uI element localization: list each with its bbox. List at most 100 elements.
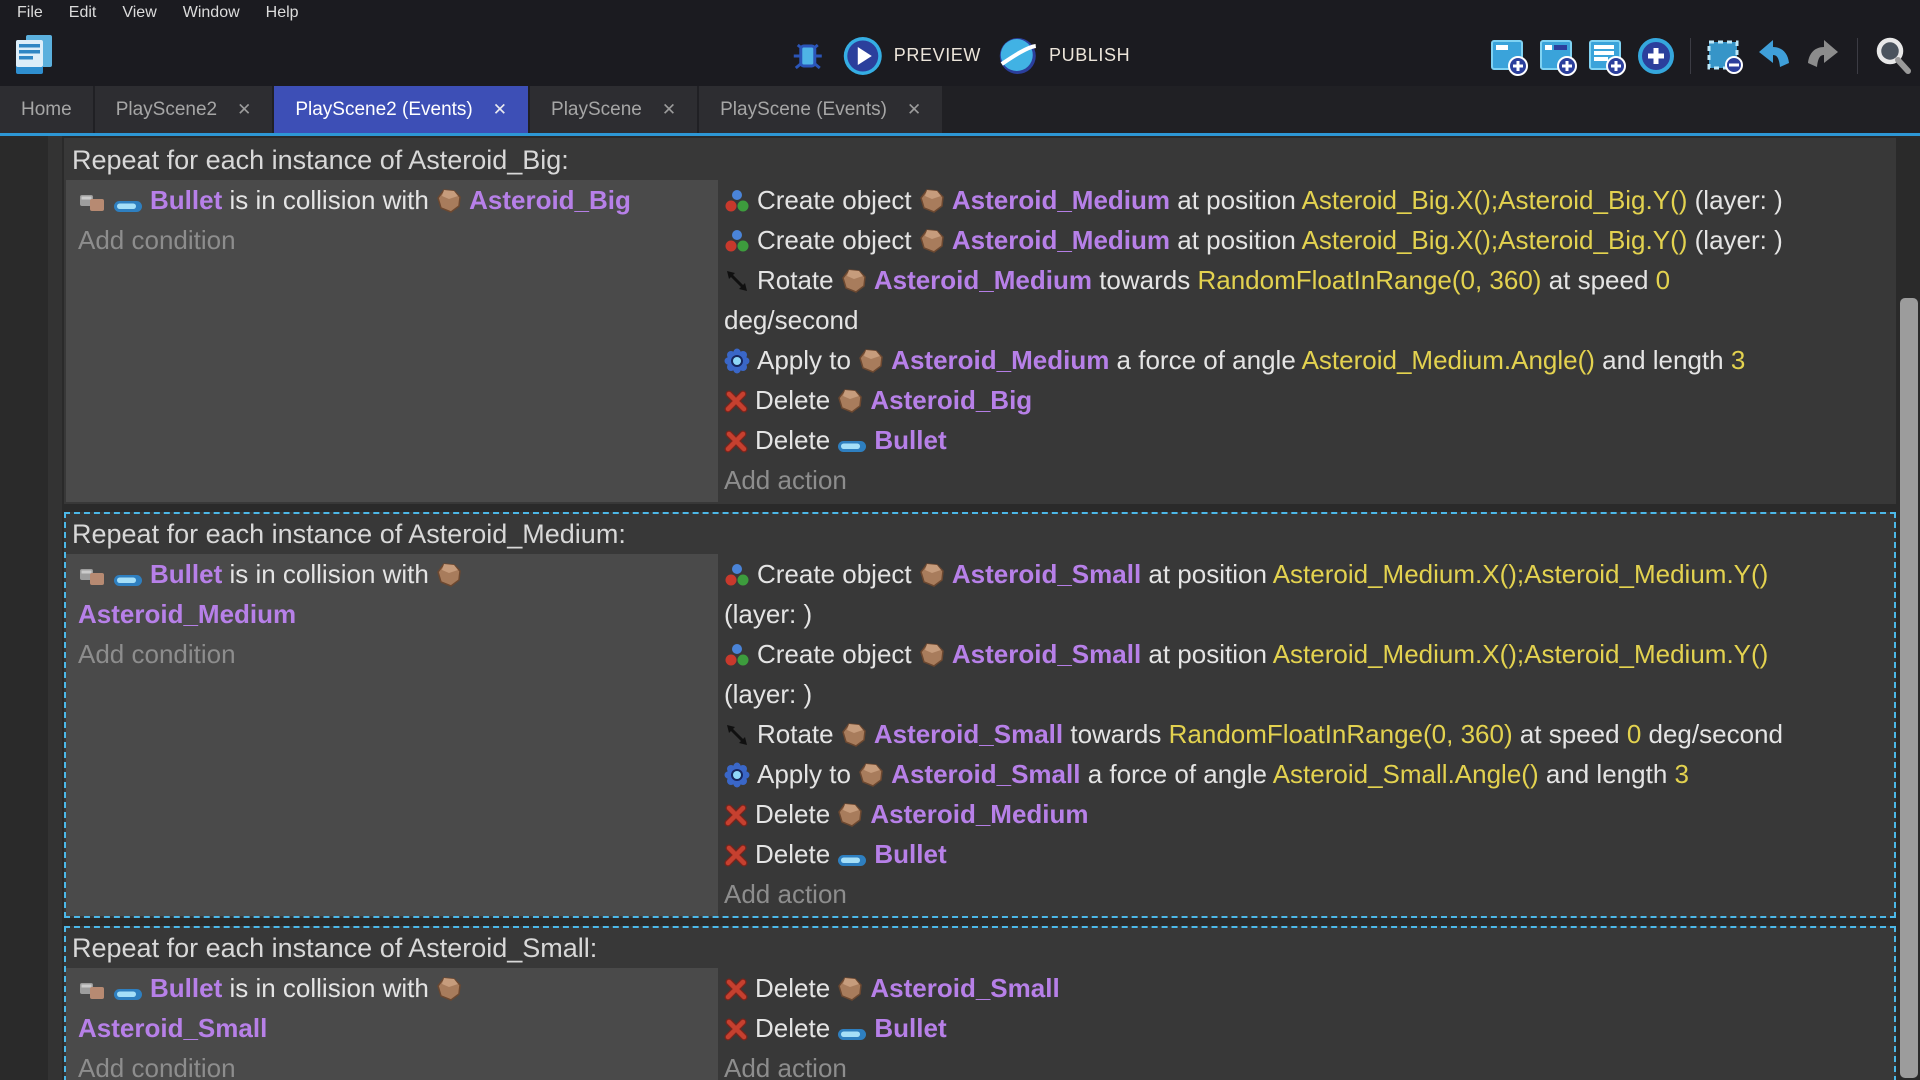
undo-icon[interactable] (1754, 36, 1794, 76)
menu-edit[interactable]: Edit (56, 0, 110, 25)
menu-view[interactable]: View (109, 0, 169, 25)
text-segment: at position (1170, 185, 1302, 215)
create-icon (724, 562, 750, 588)
event-header[interactable]: Repeat for each instance of Asteroid_Sma… (66, 928, 1894, 968)
add-action-button[interactable]: Add action (724, 1048, 1886, 1080)
add-condition-button[interactable]: Add condition (78, 220, 710, 260)
event-block-2[interactable]: Repeat for each instance of Asteroid_Med… (64, 512, 1896, 918)
expression: Asteroid_Medium.X();Asteroid_Medium.Y() (1272, 639, 1769, 669)
search-icon[interactable] (1872, 35, 1914, 77)
asteroid-icon (436, 188, 462, 214)
tab-label: PlayScene (Events) (720, 98, 887, 120)
expression: RandomFloatInRange(0, 360) (1197, 265, 1542, 295)
scrollbar-thumb[interactable] (1900, 298, 1918, 1078)
condition-row[interactable]: Bullet is in collision with Asteroid_Sma… (78, 968, 710, 1048)
add-action-button[interactable]: Add action (724, 874, 1886, 914)
object-name: Asteroid_Small (870, 973, 1060, 1003)
expression: RandomFloatInRange(0, 360) (1168, 719, 1513, 749)
action-row[interactable]: Create object Asteroid_Medium at positio… (724, 180, 1886, 220)
conditions-column: Bullet is in collision with Asteroid_Big… (66, 180, 718, 502)
collision-icon (78, 190, 106, 214)
tab-label: PlayScene (551, 98, 642, 120)
deselect-icon[interactable] (1705, 36, 1745, 76)
toolbar: PREVIEW PUBLISH (0, 25, 1920, 86)
object-name: Asteroid_Medium (870, 799, 1089, 829)
add-circle-icon[interactable] (1636, 36, 1676, 76)
action-row[interactable]: Rotate Asteroid_Small towards RandomFloa… (724, 714, 1886, 754)
action-row[interactable]: Create object Asteroid_Medium at positio… (724, 220, 1886, 260)
delete-icon (724, 430, 748, 454)
condition-row[interactable]: Bullet is in collision with Asteroid_Med… (78, 554, 710, 634)
menu-window[interactable]: Window (170, 0, 253, 25)
menu-bar: File Edit View Window Help (0, 0, 1920, 25)
tab-playscene-events[interactable]: PlayScene (Events) ✕ (699, 86, 943, 133)
text-segment: at speed (1512, 719, 1627, 749)
actions-column: Delete Asteroid_Small Delete Bullet Add ac… (718, 968, 1894, 1080)
action-row[interactable]: Apply to Asteroid_Small a force of angle… (724, 754, 1886, 794)
action-row[interactable]: Create object Asteroid_Small at position… (724, 554, 1886, 634)
object-name: Asteroid_Big (469, 185, 631, 215)
action-row[interactable]: Delete Bullet (724, 1008, 1886, 1048)
play-icon (842, 35, 884, 77)
delete-icon (724, 804, 748, 828)
project-manager-icon[interactable] (14, 33, 54, 77)
add-action-button[interactable]: Add action (724, 460, 1886, 500)
object-name: Bullet (150, 185, 223, 215)
text-segment: Delete (755, 425, 838, 455)
action-row[interactable]: Create object Asteroid_Small at position… (724, 634, 1886, 714)
action-row[interactable]: Delete Bullet (724, 420, 1886, 460)
close-tab-icon[interactable]: ✕ (662, 100, 676, 120)
condition-row[interactable]: Bullet is in collision with Asteroid_Big (78, 180, 710, 220)
tab-playscene2-events[interactable]: PlayScene2 (Events) ✕ (274, 86, 529, 133)
debug-icon[interactable] (790, 36, 826, 76)
object-name: Asteroid_Small (951, 559, 1142, 589)
action-row[interactable]: Delete Bullet (724, 834, 1886, 874)
asteroid-icon (837, 388, 863, 414)
tab-playscene[interactable]: PlayScene ✕ (530, 86, 698, 133)
tab-home[interactable]: Home (0, 86, 93, 133)
expression: 0 (1626, 719, 1642, 749)
actions-column: Create object Asteroid_Medium at positio… (718, 180, 1894, 502)
object-name: Bullet (874, 839, 947, 869)
collision-icon (78, 564, 106, 588)
asteroid-icon (858, 762, 884, 788)
actions-column: Create object Asteroid_Small at position… (718, 554, 1894, 916)
menu-help[interactable]: Help (253, 0, 312, 25)
asteroid-icon (919, 562, 945, 588)
vertical-scrollbar[interactable] (1898, 136, 1920, 1080)
tab-playscene2[interactable]: PlayScene2 ✕ (94, 86, 273, 133)
text-segment: Delete (755, 973, 838, 1003)
close-tab-icon[interactable]: ✕ (493, 100, 507, 120)
preview-button[interactable]: PREVIEW (842, 35, 981, 77)
event-header[interactable]: Repeat for each instance of Asteroid_Med… (66, 514, 1894, 554)
redo-icon[interactable] (1803, 36, 1843, 76)
asteroid-icon (837, 976, 863, 1002)
action-row[interactable]: Delete Asteroid_Big (724, 380, 1886, 420)
asteroid-icon (841, 268, 867, 294)
asteroid-icon (858, 348, 884, 374)
event-block-1[interactable]: Repeat for each instance of Asteroid_Big… (64, 138, 1896, 504)
expression: 3 (1730, 345, 1746, 375)
publish-button[interactable]: PUBLISH (997, 35, 1130, 77)
action-row[interactable]: Delete Asteroid_Small (724, 968, 1886, 1008)
toolbar-separator (1857, 37, 1858, 74)
menu-file[interactable]: File (4, 0, 56, 25)
action-row[interactable]: Apply to Asteroid_Medium a force of angl… (724, 340, 1886, 380)
new-scene-icon[interactable] (1489, 36, 1529, 76)
expression: Asteroid_Big.X();Asteroid_Big.Y() (1301, 185, 1688, 215)
event-header[interactable]: Repeat for each instance of Asteroid_Big… (66, 140, 1894, 180)
expression: 0 (1655, 265, 1671, 295)
close-tab-icon[interactable]: ✕ (907, 100, 921, 120)
new-external-layout-icon[interactable] (1538, 36, 1578, 76)
object-name: Asteroid_Medium (873, 265, 1092, 295)
action-row[interactable]: Rotate Asteroid_Medium towards RandomFlo… (724, 260, 1886, 340)
asteroid-icon (919, 188, 945, 214)
events-list: Repeat for each instance of Asteroid_Big… (64, 138, 1896, 1080)
add-condition-button[interactable]: Add condition (78, 634, 710, 674)
action-row[interactable]: Delete Asteroid_Medium (724, 794, 1886, 834)
close-tab-icon[interactable]: ✕ (237, 100, 251, 120)
new-external-events-icon[interactable] (1587, 36, 1627, 76)
event-block-3[interactable]: Repeat for each instance of Asteroid_Sma… (64, 926, 1896, 1080)
object-name: Asteroid_Medium (951, 185, 1171, 215)
add-condition-button[interactable]: Add condition (78, 1048, 710, 1080)
